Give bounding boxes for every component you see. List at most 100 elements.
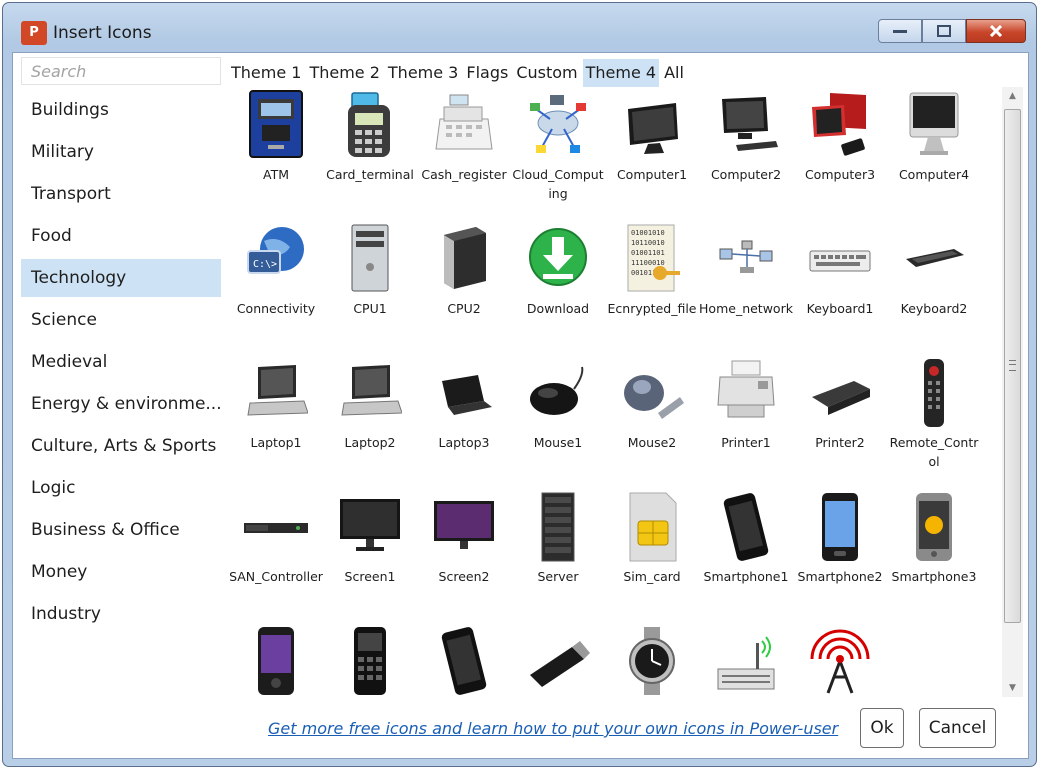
icon-label: Smartphone2 (797, 569, 883, 584)
icon-tile[interactable]: Laptop3 (417, 357, 511, 452)
encrypted-icon: 01001010 10110010 01001101 11100010 00101101 (620, 223, 684, 295)
tab-all[interactable]: All (661, 59, 687, 87)
grip-icon (1009, 360, 1016, 371)
category-item[interactable]: Buildings (21, 91, 221, 129)
icon-tile[interactable]: Smartphone3 (887, 491, 979, 586)
icon-tile[interactable]: Computer4 (887, 89, 979, 184)
category-item[interactable]: Logic (21, 469, 221, 507)
icon-tile[interactable]: Smartphone2 (793, 491, 887, 586)
svg-text:01001101: 01001101 (631, 249, 665, 257)
icon-tile[interactable]: Laptop1 (229, 357, 323, 452)
screen-purple-icon (432, 491, 496, 563)
cancel-button[interactable]: Cancel (919, 708, 996, 748)
icon-tile[interactable]: Computer1 (605, 89, 699, 184)
tab-theme-1[interactable]: Theme 1 (228, 59, 304, 87)
maximize-button[interactable] (922, 19, 966, 43)
san-icon (244, 491, 308, 563)
icon-tile[interactable]: CPU1 (323, 223, 417, 318)
icon-tile[interactable] (511, 625, 605, 697)
icon-label: Computer4 (898, 167, 970, 182)
icon-label: Printer1 (721, 435, 771, 450)
icon-tile[interactable] (323, 625, 417, 697)
icon-tile[interactable]: Home_network (699, 223, 793, 318)
icon-label: Screen1 (344, 569, 396, 584)
category-item[interactable]: Business & Office (21, 511, 221, 549)
icon-tile[interactable]: Card_terminal (323, 89, 417, 184)
tab-flags[interactable]: Flags (463, 59, 511, 87)
icon-tile[interactable]: ATM (229, 89, 323, 184)
close-button[interactable] (966, 19, 1026, 43)
icon-label: Screen2 (438, 569, 490, 584)
category-item[interactable]: Medieval (21, 343, 221, 381)
icon-label: Laptop2 (344, 435, 396, 450)
icon-tile[interactable] (605, 625, 699, 697)
mouse2-icon (620, 357, 684, 429)
icon-tile[interactable]: SAN_Controller (229, 491, 323, 586)
icon-tile[interactable] (793, 625, 887, 697)
router-icon (714, 625, 778, 697)
category-item[interactable]: Science (21, 301, 221, 339)
tab-theme-2[interactable]: Theme 2 (306, 59, 382, 87)
icon-tile[interactable]: Mouse2 (605, 357, 699, 452)
icon-tile[interactable] (699, 625, 793, 697)
category-item[interactable]: Industry (21, 595, 221, 633)
scroll-down-icon[interactable]: ▼ (1002, 679, 1023, 697)
card-icon (338, 89, 402, 161)
tab-theme-3[interactable]: Theme 3 (385, 59, 461, 87)
category-item[interactable]: Culture, Arts & Sports (21, 427, 221, 465)
icon-label: ATM (262, 167, 289, 182)
remote-icon (902, 357, 966, 429)
icon-tile[interactable]: Screen1 (323, 491, 417, 586)
server-icon (526, 491, 590, 563)
icon-tile[interactable] (417, 625, 511, 697)
svg-text:10110010: 10110010 (631, 239, 665, 247)
icon-label: Keyboard1 (806, 301, 874, 316)
icon-tile[interactable]: Smartphone1 (699, 491, 793, 586)
icon-tile[interactable]: Sim_card (605, 491, 699, 586)
icon-tile[interactable]: Keyboard2 (887, 223, 979, 318)
icon-label: Computer1 (616, 167, 688, 182)
icon-tile[interactable]: Mouse1 (511, 357, 605, 452)
tab-theme-4[interactable]: Theme 4 (582, 59, 660, 87)
icon-tile[interactable]: Computer2 (699, 89, 793, 184)
icon-tile[interactable]: Cloud_Computing (511, 89, 605, 203)
icon-tile[interactable]: Keyboard1 (793, 223, 887, 318)
icon-label: Laptop3 (438, 435, 490, 450)
category-item[interactable]: Money (21, 553, 221, 591)
icon-tile[interactable]: Cash_register (417, 89, 511, 184)
category-item[interactable]: Food (21, 217, 221, 255)
icon-tile[interactable] (229, 625, 323, 697)
icon-tile[interactable]: Remote_Control (887, 357, 979, 471)
powerpoint-logo-icon: P (21, 21, 47, 45)
ok-button[interactable]: Ok (860, 708, 904, 748)
minimize-button[interactable] (878, 19, 922, 43)
icon-label: Cash_register (421, 167, 507, 182)
vertical-scrollbar[interactable]: ▲ ▼ (1002, 87, 1023, 697)
monitor-icon (620, 89, 684, 161)
category-item[interactable]: Energy & environme... (21, 385, 221, 423)
svg-text:C:\>: C:\> (253, 259, 277, 270)
category-item[interactable]: Technology (21, 259, 221, 297)
monitor-red-icon (808, 89, 872, 161)
icon-tile[interactable]: Laptop2 (323, 357, 417, 452)
icon-tile[interactable]: Download (511, 223, 605, 318)
svg-text:01001010: 01001010 (631, 229, 665, 237)
category-item[interactable]: Transport (21, 175, 221, 213)
printer-icon (714, 357, 778, 429)
icon-tile[interactable]: Server (511, 491, 605, 586)
icon-tile[interactable]: Printer2 (793, 357, 887, 452)
icon-tile[interactable]: 01001010 10110010 01001101 11100010 00101101… (605, 223, 699, 318)
icon-tile[interactable]: CPU2 (417, 223, 511, 318)
icon-tile[interactable]: C:\> Connectivity (229, 223, 323, 318)
icon-tile[interactable]: Printer1 (699, 357, 793, 452)
more-icons-link[interactable]: Get more free icons and learn how to put… (268, 719, 838, 738)
category-item[interactable]: Military (21, 133, 221, 171)
tab-custom[interactable]: Custom (513, 59, 580, 87)
scroll-up-icon[interactable]: ▲ (1002, 87, 1023, 105)
search-input[interactable]: Search (21, 57, 221, 85)
title-bar[interactable]: P Insert Icons (3, 3, 1036, 51)
icon-label: Mouse1 (533, 435, 583, 450)
icon-tile[interactable]: Screen2 (417, 491, 511, 586)
scrollbar-thumb[interactable] (1004, 109, 1021, 623)
icon-tile[interactable]: Computer3 (793, 89, 887, 184)
